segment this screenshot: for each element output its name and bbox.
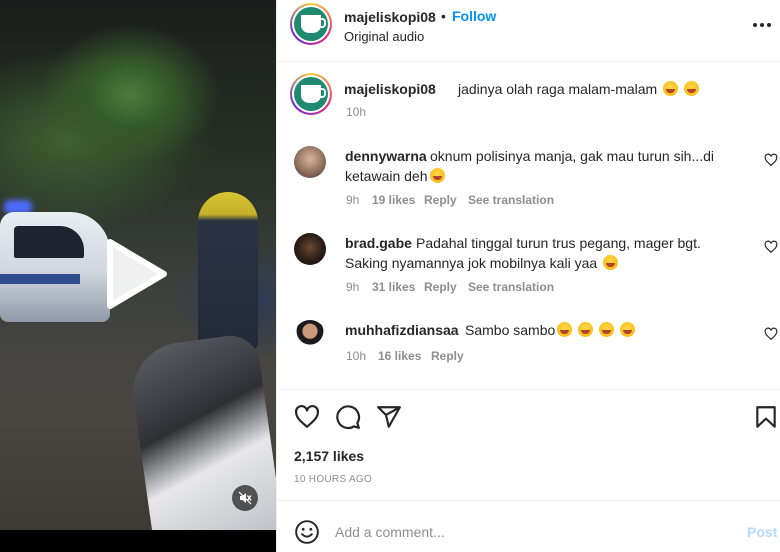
separator-dot: • — [441, 8, 446, 24]
emoji-icon[interactable] — [294, 519, 320, 545]
post-panel: majeliskopi08 • Follow Original audio ma… — [276, 0, 780, 552]
more-icon — [753, 23, 757, 27]
comment-text: Padahal tinggal turun trus pegang, mager… — [416, 235, 701, 251]
comment-icon[interactable] — [335, 404, 361, 430]
bookmark-icon[interactable] — [753, 404, 779, 430]
author-username[interactable]: majeliskopi08 — [344, 9, 436, 25]
comment-username[interactable]: muhhafizdiansaa — [345, 322, 459, 338]
caption-time: 10h — [346, 105, 367, 119]
comment-time: 9h — [346, 193, 360, 207]
video-player[interactable] — [0, 0, 276, 552]
commenter-avatar[interactable] — [294, 320, 326, 352]
comment-text: ketawain deh — [345, 166, 445, 186]
post-header: majeliskopi08 • Follow Original audio — [277, 0, 780, 62]
play-icon — [107, 239, 167, 309]
see-translation-button[interactable]: See translation — [468, 280, 554, 294]
comment-text: Sambo sambo — [465, 320, 635, 340]
comment-likes-link[interactable]: 31 likes — [372, 280, 415, 294]
comment-time: 10h — [346, 349, 367, 363]
grin-emoji-icon — [663, 81, 679, 96]
like-comment-heart-icon[interactable] — [764, 327, 778, 341]
laughing-emoji-icon — [599, 322, 615, 337]
divider — [277, 500, 780, 501]
mute-icon — [238, 491, 252, 505]
police-car — [0, 212, 110, 322]
like-comment-heart-icon[interactable] — [764, 240, 778, 254]
caption-avatar[interactable] — [290, 73, 332, 115]
laughing-emoji-icon — [578, 322, 594, 337]
coffee-logo-icon — [294, 7, 328, 41]
motorcycle — [126, 331, 276, 549]
comment-time: 9h — [346, 280, 360, 294]
mute-button[interactable] — [232, 485, 258, 511]
laughing-emoji-icon — [603, 255, 619, 270]
reply-button[interactable]: Reply — [431, 349, 464, 363]
post-button[interactable]: Post — [747, 524, 777, 540]
comment-username[interactable]: brad.gabe — [345, 235, 412, 251]
author-avatar[interactable] — [290, 3, 332, 45]
post-timestamp: 10 HOURS AGO — [294, 474, 373, 485]
like-count[interactable]: 2,157 likes — [294, 448, 364, 464]
motorcycle-rider — [198, 192, 258, 352]
comment-username[interactable]: dennywarna — [345, 148, 427, 164]
see-translation-button[interactable]: See translation — [468, 193, 554, 207]
share-icon[interactable] — [376, 404, 402, 430]
laughing-emoji-icon — [619, 322, 635, 337]
grin-emoji-icon — [683, 81, 699, 96]
follow-button[interactable]: Follow — [452, 8, 496, 24]
comment-input[interactable] — [335, 520, 735, 544]
commenter-avatar[interactable] — [294, 233, 326, 265]
comment-likes-link[interactable]: 19 likes — [372, 193, 415, 207]
more-options-button[interactable] — [749, 16, 775, 34]
caption-text: jadinya olah raga malam-malam — [458, 81, 699, 97]
comment-text: Saking nyamannya jok mobilnya kali yaa — [345, 253, 619, 273]
caption-username[interactable]: majeliskopi08 — [344, 81, 436, 97]
like-comment-heart-icon[interactable] — [764, 153, 778, 167]
play-button[interactable] — [104, 238, 168, 310]
reply-button[interactable]: Reply — [424, 280, 457, 294]
divider — [277, 389, 780, 390]
laughing-emoji-icon — [557, 322, 573, 337]
commenter-avatar[interactable] — [294, 146, 326, 178]
reply-button[interactable]: Reply — [424, 193, 457, 207]
laughing-emoji-icon — [429, 168, 445, 183]
comment-text: oknum polisinya manja, gak mau turun sih… — [430, 148, 715, 164]
heart-icon[interactable] — [294, 404, 320, 430]
coffee-logo-icon — [294, 77, 328, 111]
comment-likes-link[interactable]: 16 likes — [378, 349, 421, 363]
audio-link[interactable]: Original audio — [344, 29, 424, 44]
